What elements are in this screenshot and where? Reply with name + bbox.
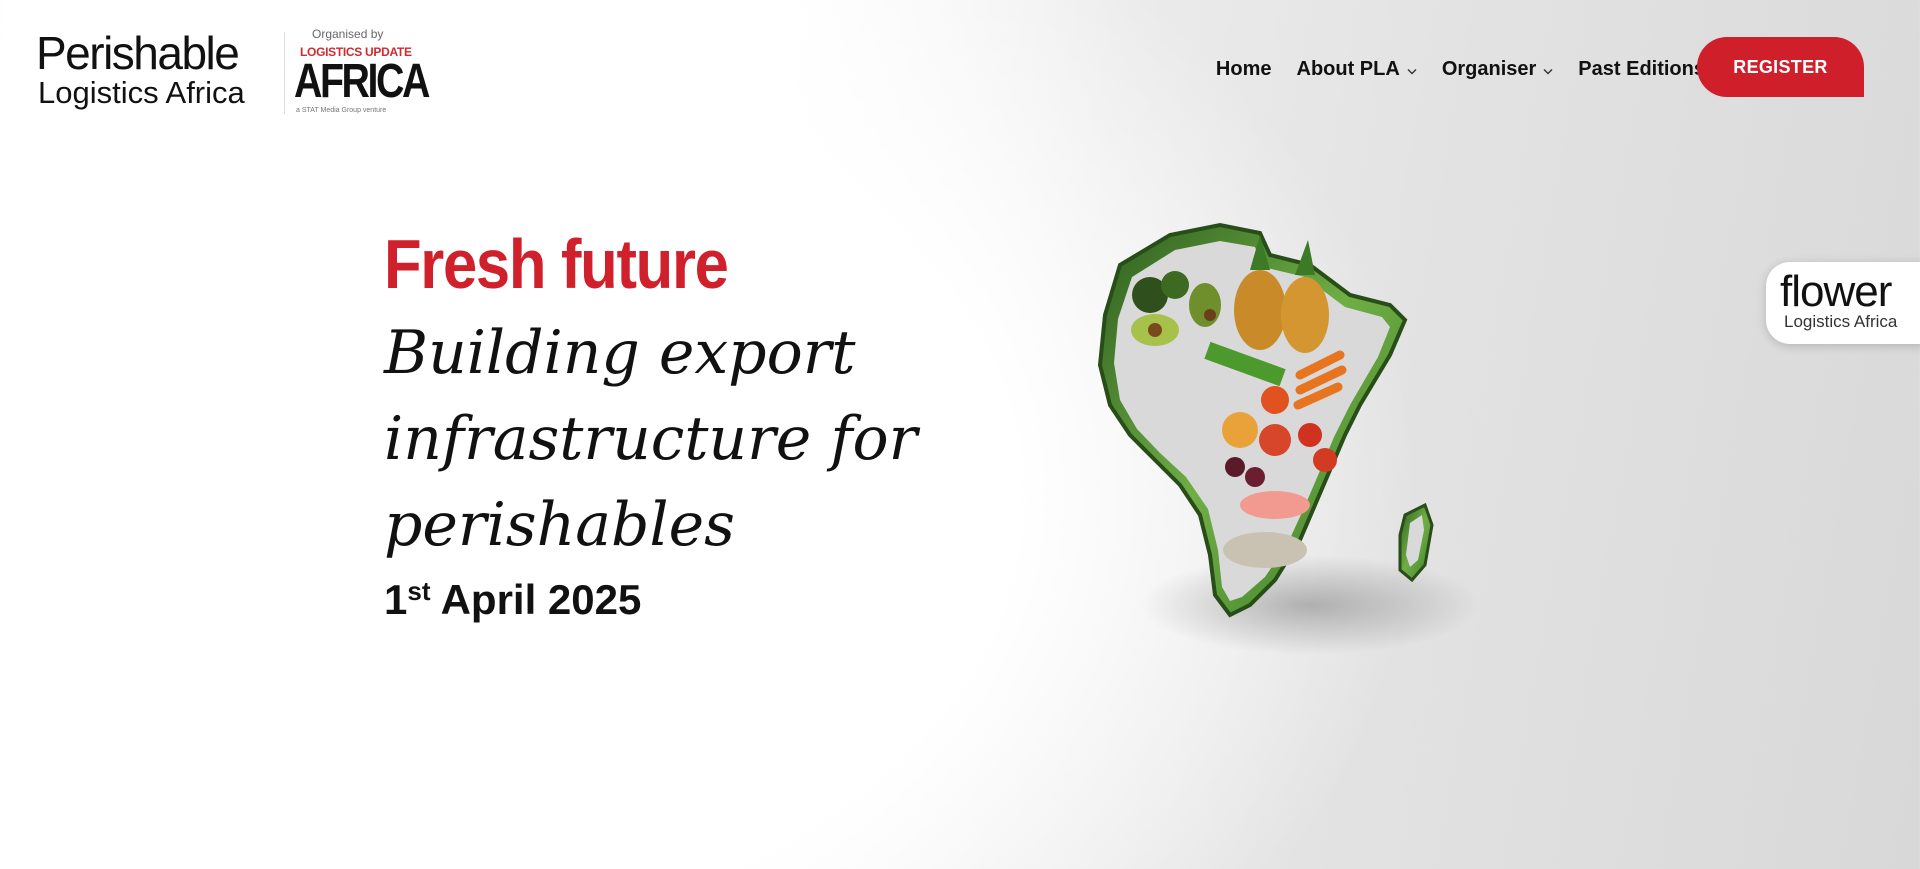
logistics-update-africa-logo[interactable]: Organised by LOGISTICS UPDATE AFRICA a S… [294,27,430,119]
hero-highlight-title: Fresh future [384,225,729,303]
site-header: Perishable Logistics Africa Organised by… [0,0,1920,130]
organised-by-label: Organised by [312,27,384,41]
flower-logo-sub: Logistics Africa [1784,312,1898,331]
event-date-rest: April 2025 [430,576,642,623]
pla-logo[interactable]: Perishable Logistics Africa [36,28,276,118]
pla-logo-line2: Logistics Africa [38,75,245,110]
logo-divider [284,32,285,114]
event-date-suffix: st [407,576,431,606]
nav-home[interactable]: Home [1216,58,1272,81]
hero-subtitle: Building export infrastructure for peris… [384,318,918,560]
nav-about-pla-label: About PLA [1296,58,1400,80]
flower-logo-word: flower [1780,267,1892,316]
flower-logistics-africa-badge[interactable]: flower Logistics Africa [1766,262,1920,344]
hero-section: Fresh future Building export infrastruct… [384,224,944,623]
pla-logo-line1: Perishable [36,27,240,79]
event-date: 1st April 2025 [384,576,641,624]
main-nav: Home About PLA Organiser Past Editions [1191,58,1722,81]
africa-produce-illustration [1060,205,1490,665]
nav-home-label: Home [1215,58,1272,80]
nav-organiser[interactable]: Organiser [1442,58,1553,81]
nav-organiser-label: Organiser [1441,58,1537,80]
event-date-day: 1 [384,576,408,623]
nav-past-editions-label: Past Editions [1578,58,1705,80]
africa-label: AFRICA [294,55,430,108]
register-button[interactable]: REGISTER [1697,37,1864,97]
stat-media-label: a STAT Media Group venture [296,107,387,114]
chevron-down-icon [1543,58,1553,81]
chevron-down-icon [1407,58,1417,81]
nav-about-pla[interactable]: About PLA [1297,58,1417,81]
